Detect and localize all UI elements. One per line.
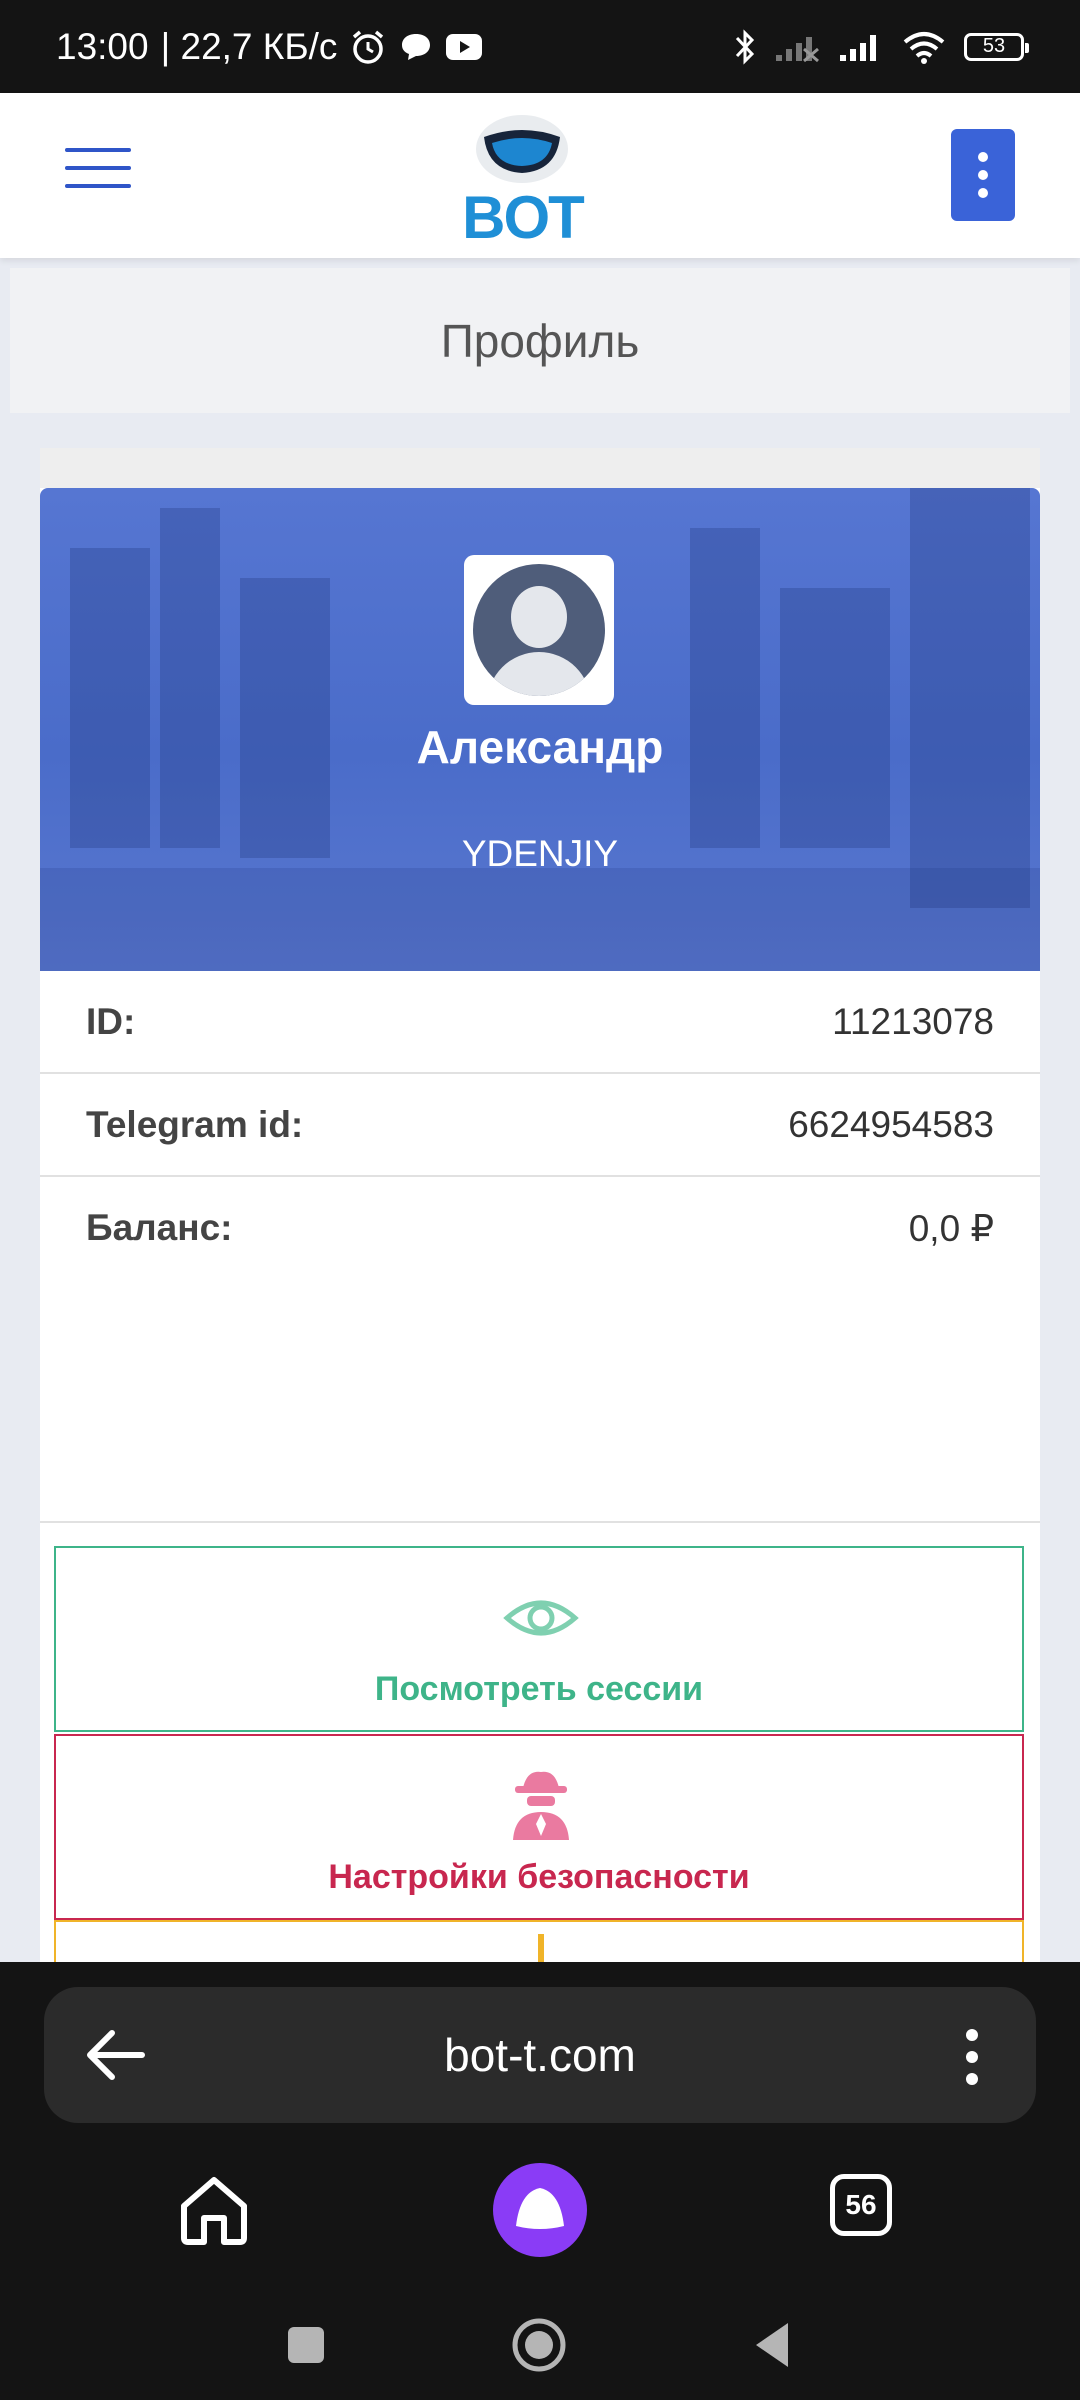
info-row-label: Баланс: [86,1207,233,1248]
menu-icon[interactable] [65,148,131,194]
browser-menu-icon[interactable] [962,2027,982,2087]
status-network-speed: | 22,7 КБ/с [160,25,338,67]
divider [40,1521,1040,1523]
info-row-id: ID: 11213078 [40,971,1040,1074]
wifi-icon [903,31,945,64]
alarm-icon [353,30,384,64]
browser-bottom-bar: bot-t.com 56 [0,1962,1080,2400]
logo-mark-icon [476,115,568,183]
recents-icon[interactable] [286,2325,326,2365]
spy-icon [513,1771,569,1840]
info-row-label: Telegram id: [86,1103,304,1145]
bluetooth-icon [735,28,755,65]
security-settings-button[interactable]: Настройки безопасности [54,1734,1024,1920]
info-row-telegram-id: Telegram id: 6624954583 [40,1074,1040,1177]
home-icon[interactable] [176,2172,252,2248]
view-sessions-label: Посмотреть сессии [374,1670,704,1708]
tabs-button[interactable]: 56 [830,2174,892,2236]
system-navigation [0,2287,1080,2397]
youtube-icon [446,33,483,60]
site-header: BOT [0,93,1080,258]
logo-text: BOT [462,184,585,251]
view-sessions-button[interactable]: Посмотреть сессии [54,1546,1024,1732]
profile-card: Александр YDENJIY ID: 11213078 Telegram … [40,488,1040,1980]
signal-icon [840,34,876,61]
profile-username: YDENJIY [461,833,619,874]
user-silhouette-icon [473,564,605,696]
home-circle-icon[interactable] [511,2317,567,2373]
more-options-button[interactable] [951,129,1015,221]
address-bar[interactable]: bot-t.com [44,1987,1036,2123]
tab-count: 56 [845,2189,877,2220]
chat-bubble-icon [402,33,431,60]
status-time: 13:00 [56,25,149,67]
avatar[interactable] [464,555,614,705]
profile-name: Александр [416,721,664,773]
back-triangle-icon[interactable] [752,2321,792,2369]
info-row-value: 0,0 ₽ [908,1208,994,1249]
card-top-strip [40,448,1040,490]
profile-hero-banner: Александр YDENJIY [40,488,1040,971]
url-text: bot-t.com [444,2029,636,2081]
info-row-label: ID: [86,1000,136,1042]
signal-weak-icon [776,36,819,62]
security-settings-label: Настройки безопасности [328,1858,750,1896]
eye-icon [503,1600,579,1636]
info-row-balance: Баланс: 0,0 ₽ [40,1177,1040,1517]
info-row-value: 6624954583 [788,1103,994,1145]
page-title: Профиль [10,268,1070,413]
browser-nav: 56 [0,2152,1080,2272]
alice-assistant-icon[interactable] [492,2162,588,2258]
logo[interactable]: BOT [460,113,585,251]
battery-icon: 53 [964,32,1029,61]
battery-level: 53 [982,35,1006,57]
status-bar: 13:00 | 22,7 КБ/с 53 [0,0,1080,93]
info-row-value: 11213078 [832,1000,994,1042]
partial-icon [538,1934,544,1964]
